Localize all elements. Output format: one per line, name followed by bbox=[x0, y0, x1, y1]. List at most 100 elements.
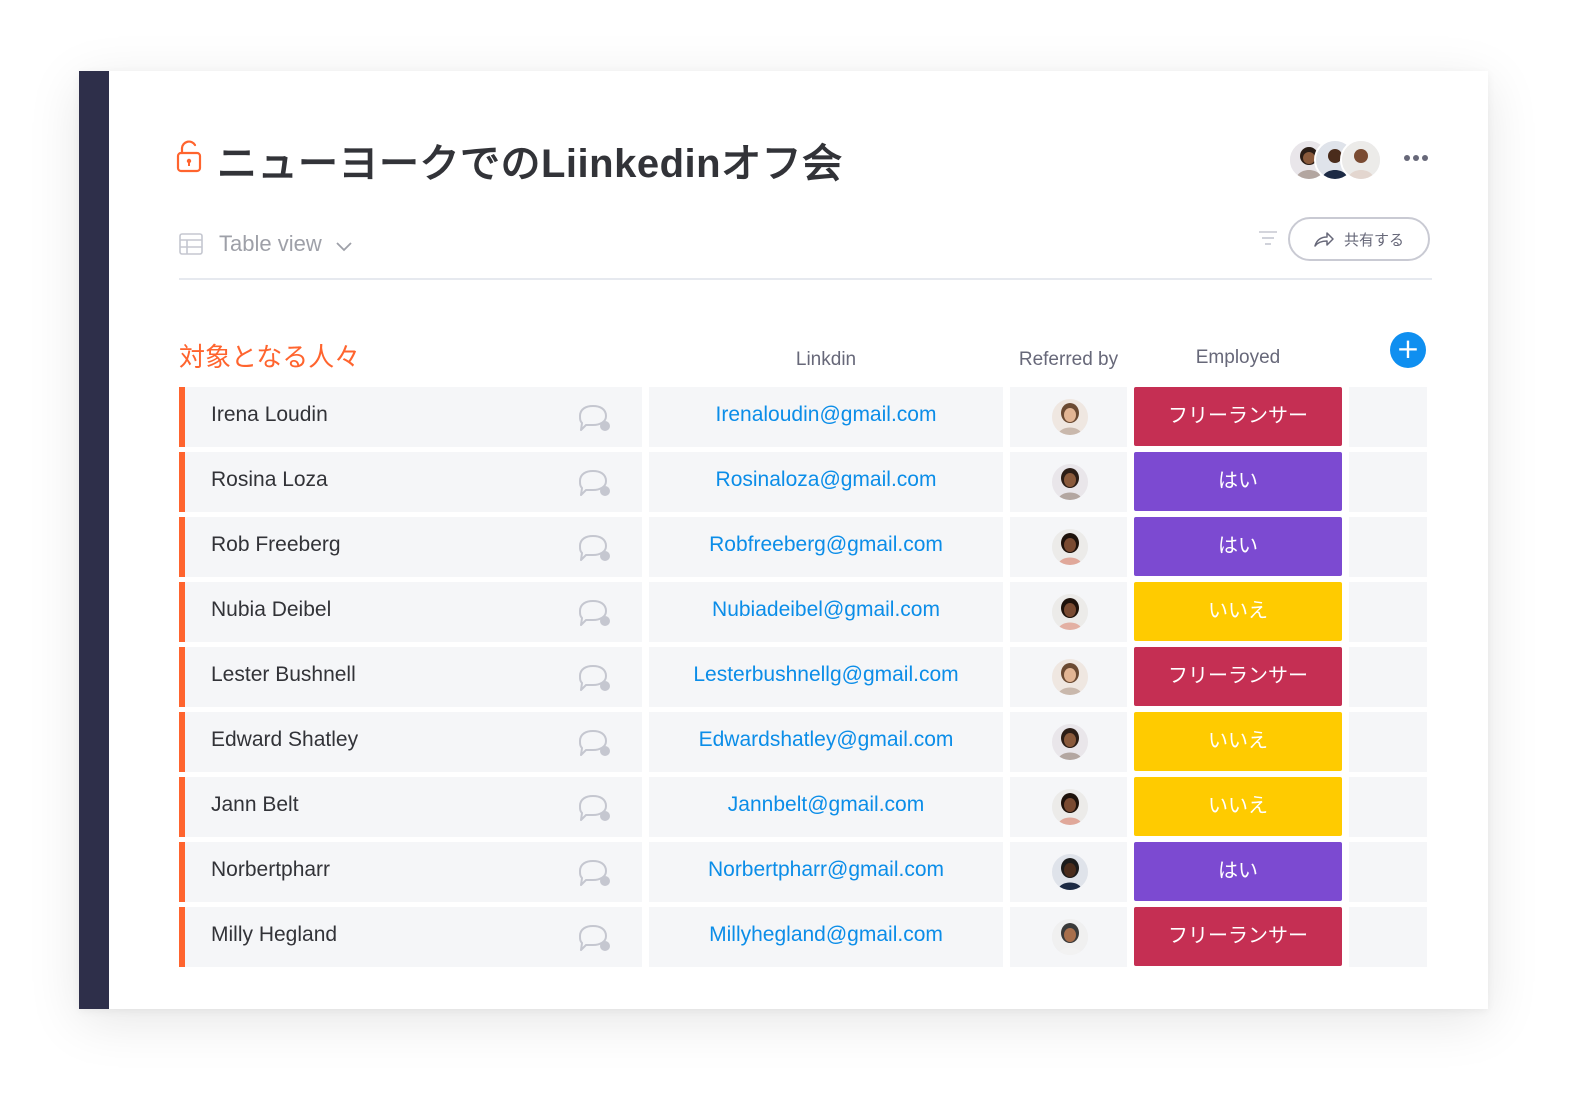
person-name[interactable]: Nubia Deibel bbox=[211, 598, 331, 622]
status-badge[interactable]: いいえ bbox=[1134, 777, 1342, 836]
name-cell[interactable]: Jann Belt bbox=[179, 777, 642, 837]
board-title[interactable]: ニューヨークでのLiinkedinオフ会 bbox=[217, 131, 843, 189]
referred-by-cell[interactable] bbox=[1010, 647, 1127, 707]
empty-cell[interactable] bbox=[1349, 517, 1427, 577]
avatar[interactable] bbox=[1052, 529, 1088, 565]
column-header-employed[interactable]: Employed bbox=[1134, 347, 1342, 369]
table-row[interactable]: Jann Belt Jannbelt@gmail.com いいえ bbox=[179, 777, 1427, 837]
referred-by-cell[interactable] bbox=[1010, 777, 1127, 837]
referred-by-cell[interactable] bbox=[1010, 517, 1127, 577]
linkdin-cell[interactable]: Lesterbushnellg@gmail.com bbox=[649, 647, 1003, 707]
empty-cell[interactable] bbox=[1349, 777, 1427, 837]
referred-by-cell[interactable] bbox=[1010, 387, 1127, 447]
name-cell[interactable]: Irena Loudin bbox=[179, 387, 642, 447]
view-selector[interactable]: Table view bbox=[179, 229, 352, 259]
name-cell[interactable]: Lester Bushnell bbox=[179, 647, 642, 707]
status-badge[interactable]: いいえ bbox=[1134, 712, 1342, 771]
employed-cell[interactable]: フリーランサー bbox=[1134, 907, 1342, 967]
empty-cell[interactable] bbox=[1349, 647, 1427, 707]
chat-bubble-icon[interactable] bbox=[576, 403, 612, 433]
email-link[interactable]: Norbertpharr@gmail.com bbox=[708, 858, 944, 882]
table-row[interactable]: Norbertpharr Norbertpharr@gmail.com はい bbox=[179, 842, 1427, 902]
name-cell[interactable]: Nubia Deibel bbox=[179, 582, 642, 642]
chat-bubble-icon[interactable] bbox=[576, 793, 612, 823]
person-name[interactable]: Irena Loudin bbox=[211, 403, 328, 427]
status-badge[interactable]: はい bbox=[1134, 842, 1342, 901]
employed-cell[interactable]: はい bbox=[1134, 842, 1342, 902]
share-button[interactable]: 共有する bbox=[1288, 217, 1430, 261]
linkdin-cell[interactable]: Rosinaloza@gmail.com bbox=[649, 452, 1003, 512]
email-link[interactable]: Rosinaloza@gmail.com bbox=[716, 468, 937, 492]
table-row[interactable]: Edward Shatley Edwardshatley@gmail.com い… bbox=[179, 712, 1427, 772]
chat-bubble-icon[interactable] bbox=[576, 728, 612, 758]
employed-cell[interactable]: はい bbox=[1134, 452, 1342, 512]
referred-by-cell[interactable] bbox=[1010, 842, 1127, 902]
status-badge[interactable]: フリーランサー bbox=[1134, 647, 1342, 706]
table-row[interactable]: Milly Hegland Millyhegland@gmail.com フリー… bbox=[179, 907, 1427, 967]
empty-cell[interactable] bbox=[1349, 452, 1427, 512]
table-row[interactable]: Rob Freeberg Robfreeberg@gmail.com はい bbox=[179, 517, 1427, 577]
lock-icon[interactable] bbox=[176, 139, 202, 173]
avatar[interactable] bbox=[1052, 789, 1088, 825]
empty-cell[interactable] bbox=[1349, 842, 1427, 902]
person-name[interactable]: Norbertpharr bbox=[211, 858, 330, 882]
chat-bubble-icon[interactable] bbox=[576, 663, 612, 693]
avatar[interactable] bbox=[1052, 594, 1088, 630]
add-column-button[interactable]: + bbox=[1390, 332, 1426, 368]
chat-bubble-icon[interactable] bbox=[576, 533, 612, 563]
filter-icon[interactable] bbox=[1259, 231, 1277, 245]
email-link[interactable]: Jannbelt@gmail.com bbox=[728, 793, 924, 817]
empty-cell[interactable] bbox=[1349, 712, 1427, 772]
linkdin-cell[interactable]: Nubiadeibel@gmail.com bbox=[649, 582, 1003, 642]
linkdin-cell[interactable]: Robfreeberg@gmail.com bbox=[649, 517, 1003, 577]
chat-bubble-icon[interactable] bbox=[576, 598, 612, 628]
empty-cell[interactable] bbox=[1349, 907, 1427, 967]
employed-cell[interactable]: はい bbox=[1134, 517, 1342, 577]
table-row[interactable]: Lester Bushnell Lesterbushnellg@gmail.co… bbox=[179, 647, 1427, 707]
linkdin-cell[interactable]: Jannbelt@gmail.com bbox=[649, 777, 1003, 837]
status-badge[interactable]: フリーランサー bbox=[1134, 387, 1342, 446]
avatar[interactable] bbox=[1052, 854, 1088, 890]
employed-cell[interactable]: フリーランサー bbox=[1134, 647, 1342, 707]
chat-bubble-icon[interactable] bbox=[576, 468, 612, 498]
column-header-referred-by[interactable]: Referred by bbox=[1010, 349, 1127, 371]
avatar[interactable] bbox=[1340, 139, 1382, 181]
board-members[interactable] bbox=[1288, 139, 1388, 181]
employed-cell[interactable]: フリーランサー bbox=[1134, 387, 1342, 447]
linkdin-cell[interactable]: Millyhegland@gmail.com bbox=[649, 907, 1003, 967]
email-link[interactable]: Robfreeberg@gmail.com bbox=[709, 533, 943, 557]
person-name[interactable]: Milly Hegland bbox=[211, 923, 337, 947]
referred-by-cell[interactable] bbox=[1010, 907, 1127, 967]
avatar[interactable] bbox=[1052, 659, 1088, 695]
email-link[interactable]: Millyhegland@gmail.com bbox=[709, 923, 943, 947]
avatar[interactable] bbox=[1052, 919, 1088, 955]
status-badge[interactable]: はい bbox=[1134, 452, 1342, 511]
person-name[interactable]: Rosina Loza bbox=[211, 468, 328, 492]
employed-cell[interactable]: いいえ bbox=[1134, 712, 1342, 772]
employed-cell[interactable]: いいえ bbox=[1134, 582, 1342, 642]
table-row[interactable]: Irena Loudin Irenaloudin@gmail.com フリーラン… bbox=[179, 387, 1427, 447]
name-cell[interactable]: Edward Shatley bbox=[179, 712, 642, 772]
name-cell[interactable]: Rob Freeberg bbox=[179, 517, 642, 577]
avatar[interactable] bbox=[1052, 724, 1088, 760]
referred-by-cell[interactable] bbox=[1010, 452, 1127, 512]
email-link[interactable]: Irenaloudin@gmail.com bbox=[716, 403, 937, 427]
referred-by-cell[interactable] bbox=[1010, 582, 1127, 642]
linkdin-cell[interactable]: Edwardshatley@gmail.com bbox=[649, 712, 1003, 772]
status-badge[interactable]: フリーランサー bbox=[1134, 907, 1342, 966]
person-name[interactable]: Jann Belt bbox=[211, 793, 299, 817]
more-options-icon[interactable] bbox=[1404, 149, 1431, 161]
empty-cell[interactable] bbox=[1349, 387, 1427, 447]
email-link[interactable]: Lesterbushnellg@gmail.com bbox=[693, 663, 958, 687]
linkdin-cell[interactable]: Norbertpharr@gmail.com bbox=[649, 842, 1003, 902]
name-cell[interactable]: Rosina Loza bbox=[179, 452, 642, 512]
table-row[interactable]: Rosina Loza Rosinaloza@gmail.com はい bbox=[179, 452, 1427, 512]
person-name[interactable]: Rob Freeberg bbox=[211, 533, 341, 557]
chat-bubble-icon[interactable] bbox=[576, 923, 612, 953]
status-badge[interactable]: はい bbox=[1134, 517, 1342, 576]
name-cell[interactable]: Norbertpharr bbox=[179, 842, 642, 902]
empty-cell[interactable] bbox=[1349, 582, 1427, 642]
email-link[interactable]: Edwardshatley@gmail.com bbox=[699, 728, 954, 752]
employed-cell[interactable]: いいえ bbox=[1134, 777, 1342, 837]
avatar[interactable] bbox=[1052, 399, 1088, 435]
